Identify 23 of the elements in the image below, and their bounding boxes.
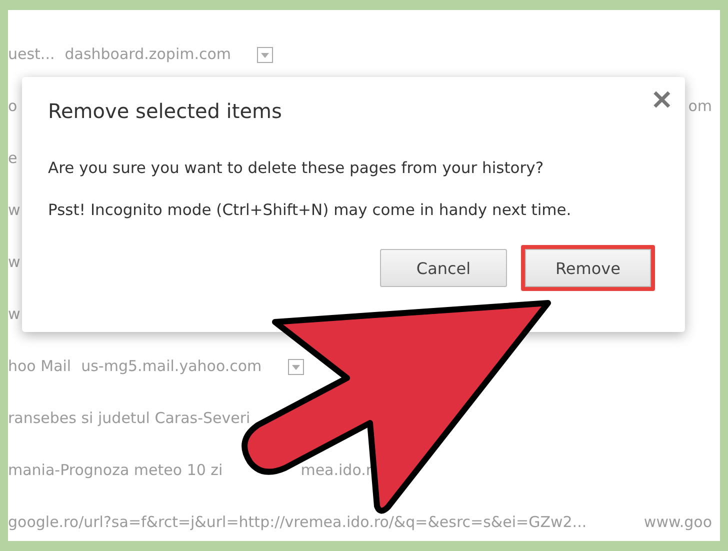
history-title[interactable]: w [8, 305, 20, 323]
history-url: mea.ido.r [300, 461, 372, 479]
history-title[interactable]: hoo Mail [8, 357, 72, 375]
dropdown-icon[interactable] [257, 47, 274, 63]
history-title[interactable]: ransebes si judetul Caras-Severi [8, 409, 250, 427]
history-title[interactable]: e [8, 149, 18, 167]
history-title[interactable]: mania-Prognoza meteo 10 zi [8, 461, 223, 479]
history-title[interactable]: w [8, 253, 20, 271]
dropdown-icon[interactable] [288, 359, 304, 375]
history-url: om [688, 97, 713, 115]
dialog-message: Are you sure you want to delete these pages from your history? [48, 159, 545, 177]
history-url: dashboard.zopim.com [64, 45, 232, 63]
dialog-button[interactable]: Cancel [380, 249, 507, 287]
highlighted-button[interactable]: Remove [521, 245, 655, 291]
dialog-title: Remove selected items [48, 99, 283, 123]
history-url: us-mg5.mail.yahoo.com [81, 357, 262, 375]
history-url: www.goo [644, 513, 713, 531]
history-title[interactable]: google.ro/url?sa=f&rct=j&url=http://vremea.ido.ro/&q=&esrc=s&ei=GZw2... [8, 513, 587, 531]
dialog-note: Psst! Incognito mode (Ctrl+Shift+N) may come in handy next time. [48, 201, 572, 219]
close-button[interactable]: ✕ [647, 85, 677, 116]
history-title[interactable]: uest... [8, 45, 55, 63]
history-title[interactable]: o [8, 97, 18, 115]
history-title[interactable]: w [8, 201, 20, 219]
